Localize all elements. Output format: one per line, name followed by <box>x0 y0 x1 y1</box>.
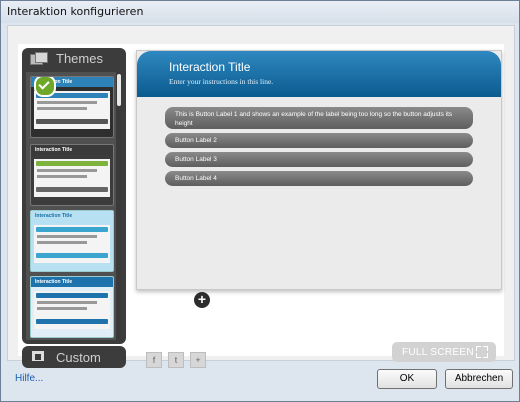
add-share-icon[interactable]: + <box>190 352 206 368</box>
custom-label: Custom <box>56 350 101 365</box>
themes-label: Themes <box>56 51 103 66</box>
preview-button-1[interactable]: This is Button Label 1 and shows an exam… <box>165 107 473 129</box>
theme-thumbnail-list: Interaction Title Interaction Title <box>26 72 122 340</box>
facebook-icon[interactable]: f <box>146 352 162 368</box>
theme-thumbnail-body <box>34 159 110 197</box>
theme-thumbnail-2[interactable]: Interaction Title <box>30 144 114 206</box>
preview-title-bar: Interaction Title Enter your instruction… <box>137 51 501 97</box>
theme-thumbnail-title: Interaction Title <box>31 277 113 287</box>
custom-tab[interactable]: Custom <box>22 346 126 368</box>
preview-instructions[interactable]: Enter your instructions in this line. <box>169 77 273 86</box>
preview-title[interactable]: Interaction Title <box>169 60 250 74</box>
theme-thumbnail-3[interactable]: Interaction Title <box>30 210 114 272</box>
preview-button-2[interactable]: Button Label 2 <box>165 133 473 148</box>
themes-header[interactable]: Themes <box>22 48 126 70</box>
themes-panel: Themes Interaction Title <box>22 48 126 344</box>
interaction-preview: Interaction Title Enter your instruction… <box>136 50 502 290</box>
theme-thumbnail-4[interactable]: Interaction Title <box>30 276 114 338</box>
add-button[interactable]: + <box>194 292 210 308</box>
help-link[interactable]: Hilfe... <box>15 373 43 384</box>
selected-check-icon <box>34 77 56 97</box>
twitter-icon[interactable]: t <box>168 352 184 368</box>
window-title: Interaktion konfigurieren <box>7 5 144 18</box>
preview-button-4[interactable]: Button Label 4 <box>165 171 473 186</box>
full-screen-label: FULL SCREEN <box>402 347 474 358</box>
theme-thumbnail-body <box>34 225 110 263</box>
theme-thumbnail-body <box>34 291 110 329</box>
theme-list-scrollbar[interactable] <box>116 72 122 340</box>
scrollbar-thumb[interactable] <box>117 74 121 106</box>
interaction-editor: Themes Interaction Title <box>18 44 504 368</box>
cancel-button[interactable]: Abbrechen <box>445 369 513 389</box>
dialog-content: Themes Interaction Title <box>7 25 515 368</box>
theme-thumbnail-1[interactable]: Interaction Title <box>30 76 114 138</box>
title-bar: Interaktion konfigurieren <box>1 1 519 23</box>
preview-button-3[interactable]: Button Label 3 <box>165 152 473 167</box>
theme-thumbnail-title: Interaction Title <box>31 145 113 155</box>
custom-icon <box>32 351 44 361</box>
ok-button[interactable]: OK <box>377 369 437 389</box>
themes-icon <box>30 52 48 65</box>
dialog-window: Interaktion konfigurieren Themes Interac… <box>0 0 520 402</box>
full-screen-button[interactable]: FULL SCREEN <box>392 342 496 362</box>
expand-icon <box>476 346 488 358</box>
theme-thumbnail-title: Interaction Title <box>31 211 113 221</box>
